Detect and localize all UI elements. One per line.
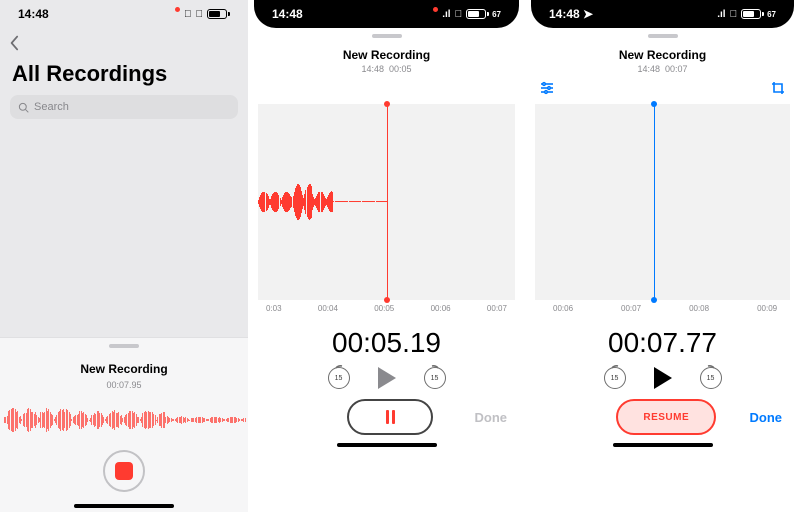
signal-icon: .ıl bbox=[442, 9, 450, 20]
status-bar: 14:48 .ıl 􀙈 67 bbox=[254, 0, 519, 28]
playhead[interactable] bbox=[387, 104, 388, 300]
status-icons: .ıl 􀙈 67 bbox=[433, 9, 501, 20]
recording-clock-time: 14:48 bbox=[361, 64, 384, 74]
recording-elapsed: 00:07.95 bbox=[106, 380, 141, 390]
recording-title[interactable]: New Recording bbox=[525, 48, 800, 62]
battery-icon: 67 bbox=[741, 9, 776, 19]
recording-subtitle: 14:48 00:05 bbox=[248, 64, 525, 74]
stop-record-button[interactable] bbox=[103, 450, 145, 492]
status-bar: 14:48 􀙇 􀙈 bbox=[0, 0, 248, 28]
tools-row bbox=[525, 74, 800, 94]
playhead-handle-top[interactable] bbox=[651, 101, 657, 107]
phone-all-recordings: 14:48 􀙇 􀙈 All Recordings Search New Reco… bbox=[0, 0, 248, 512]
status-time: 14:48 bbox=[272, 7, 303, 21]
home-indicator[interactable] bbox=[337, 443, 437, 447]
done-button[interactable]: Done bbox=[475, 410, 508, 425]
status-icons: 􀙇 􀙈 bbox=[175, 9, 230, 20]
status-icons: .ıl 􀙈 67 bbox=[717, 9, 776, 20]
skip-back-15-button[interactable]: 15 bbox=[328, 367, 350, 389]
play-button[interactable] bbox=[378, 367, 396, 389]
signal-icon: .ıl bbox=[717, 9, 725, 20]
tools-row bbox=[248, 74, 525, 94]
recording-header: New Recording 14:48 00:07 bbox=[525, 48, 800, 74]
battery-label: 67 bbox=[767, 10, 776, 19]
skip-amount: 15 bbox=[431, 375, 439, 382]
tick: 00:07 bbox=[487, 304, 507, 313]
resume-record-button[interactable]: RESUME bbox=[616, 399, 716, 435]
battery-icon: 67 bbox=[466, 9, 501, 19]
phone-recording-paused-grey: 14:48 .ıl 􀙈 67 New Recording 14:48 00:05… bbox=[248, 0, 525, 512]
trim-crop-icon[interactable] bbox=[770, 80, 786, 94]
play-button[interactable] bbox=[654, 367, 672, 389]
waveform-mini bbox=[0, 402, 248, 438]
skip-back-15-button[interactable]: 15 bbox=[604, 367, 626, 389]
skip-amount: 15 bbox=[335, 375, 343, 382]
signal-icon: 􀙇 bbox=[184, 9, 192, 20]
skip-amount: 15 bbox=[707, 375, 715, 382]
recording-indicator-dot bbox=[175, 7, 180, 12]
phone-recording-resume: 14:48 ➤ .ıl 􀙈 67 New Recording 14:48 00:… bbox=[525, 0, 800, 512]
sheet-grabber[interactable] bbox=[372, 34, 402, 38]
search-input[interactable]: Search bbox=[10, 95, 238, 119]
wifi-icon: 􀙈 bbox=[730, 9, 738, 20]
recording-title: New Recording bbox=[80, 362, 167, 376]
status-time: 14:48 ➤ bbox=[549, 7, 593, 21]
recording-duration: 00:05 bbox=[389, 64, 412, 74]
search-placeholder: Search bbox=[34, 101, 69, 113]
status-bar: 14:48 ➤ .ıl 􀙈 67 bbox=[531, 0, 794, 28]
battery-label: 67 bbox=[492, 10, 501, 19]
tick: 0:03 bbox=[266, 304, 282, 313]
resume-label: RESUME bbox=[643, 412, 689, 423]
recording-clock-time: 14:48 bbox=[637, 64, 660, 74]
playhead-handle-top[interactable] bbox=[384, 101, 390, 107]
recording-drawer: New Recording 00:07.95 bbox=[0, 337, 248, 512]
recording-title[interactable]: New Recording bbox=[248, 48, 525, 62]
tick: 00:04 bbox=[318, 304, 338, 313]
pause-record-button[interactable] bbox=[347, 399, 433, 435]
current-time: 00:05.19 bbox=[248, 327, 525, 359]
recording-duration: 00:07 bbox=[665, 64, 688, 74]
waveform-stage[interactable] bbox=[258, 104, 515, 300]
tick: 00:05 bbox=[374, 304, 394, 313]
search-icon bbox=[18, 102, 29, 113]
sheet-grabber[interactable] bbox=[648, 34, 678, 38]
bottom-actions: RESUME Done bbox=[525, 399, 800, 441]
tick: 00:06 bbox=[431, 304, 451, 313]
current-time: 00:07.77 bbox=[525, 327, 800, 359]
pause-icon bbox=[386, 410, 389, 424]
back-button[interactable] bbox=[0, 28, 248, 57]
home-indicator[interactable] bbox=[613, 443, 713, 447]
drawer-grabber[interactable] bbox=[109, 344, 139, 348]
recording-subtitle: 14:48 00:07 bbox=[525, 64, 800, 74]
playhead[interactable] bbox=[654, 104, 655, 300]
transport-controls: 15 15 bbox=[525, 367, 800, 389]
time-ticks: 00:06 00:07 00:08 00:09 bbox=[535, 300, 790, 317]
page-title: All Recordings bbox=[0, 57, 248, 95]
pause-icon bbox=[392, 410, 395, 424]
recording-header: New Recording 14:48 00:05 bbox=[248, 48, 525, 74]
tick: 00:07 bbox=[621, 304, 641, 313]
tick: 00:09 bbox=[757, 304, 777, 313]
waveform-stage[interactable] bbox=[535, 104, 790, 300]
wifi-icon: 􀙈 bbox=[455, 9, 463, 20]
stop-icon bbox=[115, 462, 133, 480]
chevron-left-icon bbox=[8, 35, 20, 51]
skip-forward-15-button[interactable]: 15 bbox=[700, 367, 722, 389]
bottom-actions: Done bbox=[248, 399, 525, 441]
skip-forward-15-button[interactable]: 15 bbox=[424, 367, 446, 389]
tick: 00:06 bbox=[553, 304, 573, 313]
location-icon: ➤ bbox=[583, 7, 593, 21]
playhead-handle-bottom[interactable] bbox=[384, 297, 390, 303]
settings-sliders-icon[interactable] bbox=[539, 80, 555, 94]
transport-controls: 15 15 bbox=[248, 367, 525, 389]
skip-amount: 15 bbox=[611, 375, 619, 382]
done-button[interactable]: Done bbox=[750, 410, 783, 425]
status-time: 14:48 bbox=[18, 7, 49, 21]
home-indicator[interactable] bbox=[74, 504, 174, 508]
battery-icon bbox=[207, 9, 230, 19]
wifi-icon: 􀙈 bbox=[196, 9, 204, 20]
recording-indicator-dot bbox=[433, 7, 438, 12]
tick: 00:08 bbox=[689, 304, 709, 313]
